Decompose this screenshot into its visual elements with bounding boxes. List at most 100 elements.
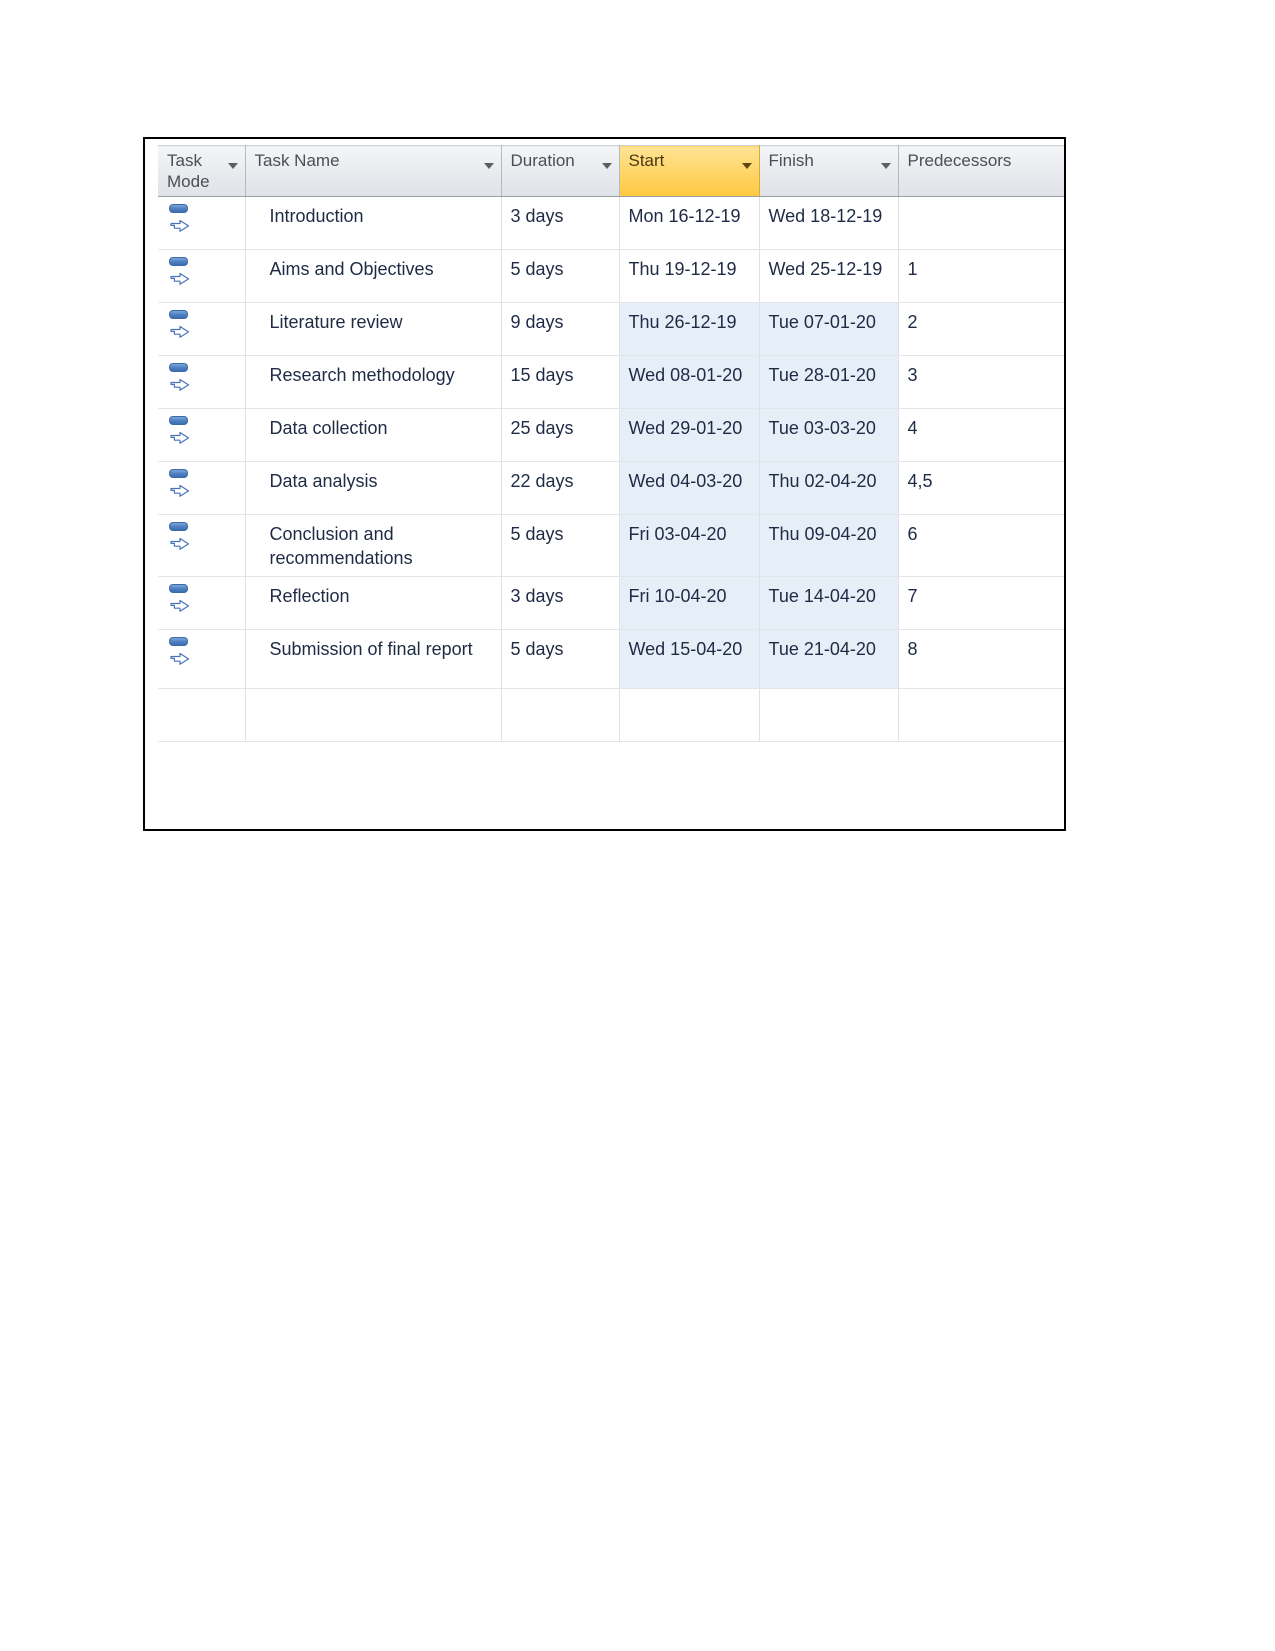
cell-task_mode[interactable] bbox=[158, 576, 246, 630]
cell-task_name[interactable]: Literature review bbox=[245, 302, 502, 357]
cell-start[interactable]: Wed 08-01-20 bbox=[619, 355, 760, 410]
column-header-label: Task Name bbox=[254, 151, 340, 170]
auto-scheduled-icon[interactable] bbox=[168, 636, 194, 665]
cell-finish[interactable]: Thu 02-04-20 bbox=[759, 461, 899, 516]
chevron-down-icon[interactable] bbox=[880, 163, 891, 169]
cell-task_mode[interactable] bbox=[158, 302, 246, 357]
gantt-bar-glyph bbox=[169, 204, 188, 214]
cell-task_mode[interactable] bbox=[158, 514, 246, 577]
cell-duration[interactable]: 22 days bbox=[501, 461, 620, 516]
table-row[interactable]: Introduction 3 days Mon 16-12-19 Wed 18-12-… bbox=[158, 196, 1064, 251]
cell-start[interactable]: Wed 04-03-20 bbox=[619, 461, 760, 516]
table-row[interactable]: Submission of final report 5 days Wed 15-0… bbox=[158, 629, 1064, 689]
cell-finish[interactable]: Wed 25-12-19 bbox=[759, 249, 899, 304]
cell-start[interactable]: Thu 26-12-19 bbox=[619, 302, 760, 357]
cell-finish[interactable]: Thu 09-04-20 bbox=[759, 514, 899, 577]
right-arrow-icon bbox=[170, 269, 190, 292]
cell-finish[interactable]: Tue 07-01-20 bbox=[759, 302, 899, 357]
table-row[interactable]: Literature review 9 days Thu 26-12-19 Tue 0… bbox=[158, 302, 1064, 357]
cell-start[interactable]: Thu 19-12-19 bbox=[619, 249, 760, 304]
cell-empty[interactable] bbox=[759, 688, 899, 742]
cell-task_name[interactable]: Research methodology bbox=[245, 355, 502, 410]
cell-duration[interactable]: 5 days bbox=[501, 249, 620, 304]
cell-duration[interactable]: 9 days bbox=[501, 302, 620, 357]
auto-scheduled-icon[interactable] bbox=[168, 362, 194, 392]
auto-scheduled-icon[interactable] bbox=[168, 468, 194, 498]
right-arrow-icon bbox=[170, 481, 190, 504]
chevron-down-icon[interactable] bbox=[601, 163, 612, 169]
auto-scheduled-icon[interactable] bbox=[168, 583, 194, 612]
cell-task_name[interactable]: Reflection bbox=[245, 576, 502, 630]
cell-task_name[interactable]: Conclusion and recommendations bbox=[245, 514, 502, 577]
column-header-task_mode[interactable]: Task Mode bbox=[158, 145, 246, 198]
table-row[interactable]: Research methodology 15 days Wed 08-01-20 T… bbox=[158, 355, 1064, 410]
column-header-finish[interactable]: Finish bbox=[759, 145, 899, 198]
table-row[interactable]: Reflection 3 days Fri 10-04-20 Tue 14-04-20… bbox=[158, 576, 1064, 630]
column-header-label: Duration bbox=[510, 151, 575, 170]
cell-task_mode[interactable] bbox=[158, 355, 246, 410]
column-header-label: Start bbox=[628, 151, 665, 170]
auto-scheduled-icon[interactable] bbox=[168, 309, 194, 339]
column-header-predecessors[interactable]: Predecessors bbox=[898, 145, 1064, 198]
cell-empty[interactable] bbox=[501, 688, 620, 742]
cell-task_name[interactable]: Data analysis bbox=[245, 461, 502, 516]
gantt-bar-glyph bbox=[169, 583, 188, 593]
cell-start[interactable]: Fri 03-04-20 bbox=[619, 514, 760, 577]
cell-task_name[interactable]: Data collection bbox=[245, 408, 502, 463]
cell-predecessors[interactable]: 8 bbox=[898, 629, 1064, 689]
cell-start[interactable]: Wed 29-01-20 bbox=[619, 408, 760, 463]
table-row[interactable]: Aims and Objectives 5 days Thu 19-12-19 Wed… bbox=[158, 249, 1064, 304]
cell-duration[interactable]: 3 days bbox=[501, 576, 620, 630]
cell-empty[interactable] bbox=[245, 688, 502, 742]
cell-start[interactable]: Fri 10-04-20 bbox=[619, 576, 760, 630]
cell-finish[interactable]: Tue 28-01-20 bbox=[759, 355, 899, 410]
cell-task_mode[interactable] bbox=[158, 408, 246, 463]
right-arrow-icon bbox=[170, 596, 190, 619]
table-row[interactable]: Data analysis 22 days Wed 04-03-20 Thu 02-0… bbox=[158, 461, 1064, 516]
cell-task_mode[interactable] bbox=[158, 249, 246, 304]
table-row[interactable]: Conclusion and recommendations 5 days Fri … bbox=[158, 514, 1064, 577]
cell-predecessors[interactable]: 1 bbox=[898, 249, 1064, 304]
cell-start[interactable]: Wed 15-04-20 bbox=[619, 629, 760, 689]
cell-task_mode[interactable] bbox=[158, 461, 246, 516]
cell-finish[interactable]: Tue 03-03-20 bbox=[759, 408, 899, 463]
cell-start[interactable]: Mon 16-12-19 bbox=[619, 196, 760, 251]
chevron-down-icon[interactable] bbox=[741, 163, 752, 169]
chevron-down-icon[interactable] bbox=[227, 163, 238, 169]
cell-predecessors[interactable] bbox=[898, 196, 1064, 251]
cell-finish[interactable]: Tue 21-04-20 bbox=[759, 629, 899, 689]
auto-scheduled-icon[interactable] bbox=[168, 521, 194, 551]
column-header-start[interactable]: Start bbox=[619, 145, 760, 198]
cell-task_name[interactable]: Submission of final report bbox=[245, 629, 502, 689]
empty-row[interactable] bbox=[158, 688, 1064, 742]
cell-duration[interactable]: 15 days bbox=[501, 355, 620, 410]
chevron-down-icon[interactable] bbox=[483, 163, 494, 169]
cell-empty[interactable] bbox=[619, 688, 760, 742]
cell-predecessors[interactable]: 4 bbox=[898, 408, 1064, 463]
cell-predecessors[interactable]: 3 bbox=[898, 355, 1064, 410]
auto-scheduled-icon[interactable] bbox=[168, 256, 194, 286]
cell-task_name[interactable]: Introduction bbox=[245, 196, 502, 251]
gantt-bar-glyph bbox=[169, 363, 188, 373]
auto-scheduled-icon[interactable] bbox=[168, 203, 194, 233]
column-header-duration[interactable]: Duration bbox=[501, 145, 620, 198]
cell-task_mode[interactable] bbox=[158, 629, 246, 689]
cell-duration[interactable]: 25 days bbox=[501, 408, 620, 463]
cell-predecessors[interactable]: 2 bbox=[898, 302, 1064, 357]
cell-predecessors[interactable]: 6 bbox=[898, 514, 1064, 577]
auto-scheduled-icon[interactable] bbox=[168, 415, 194, 445]
cell-predecessors[interactable]: 7 bbox=[898, 576, 1064, 630]
cell-task_mode[interactable] bbox=[158, 196, 246, 251]
cell-finish[interactable]: Wed 18-12-19 bbox=[759, 196, 899, 251]
cell-empty[interactable] bbox=[158, 688, 246, 742]
cell-duration[interactable]: 3 days bbox=[501, 196, 620, 251]
cell-duration[interactable]: 5 days bbox=[501, 629, 620, 689]
column-header-task_name[interactable]: Task Name bbox=[245, 145, 502, 198]
cell-duration[interactable]: 5 days bbox=[501, 514, 620, 577]
right-arrow-icon bbox=[170, 322, 190, 345]
cell-empty[interactable] bbox=[898, 688, 1064, 742]
cell-predecessors[interactable]: 4,5 bbox=[898, 461, 1064, 516]
cell-task_name[interactable]: Aims and Objectives bbox=[245, 249, 502, 304]
cell-finish[interactable]: Tue 14-04-20 bbox=[759, 576, 899, 630]
table-row[interactable]: Data collection 25 days Wed 29-01-20 Tue 03… bbox=[158, 408, 1064, 463]
